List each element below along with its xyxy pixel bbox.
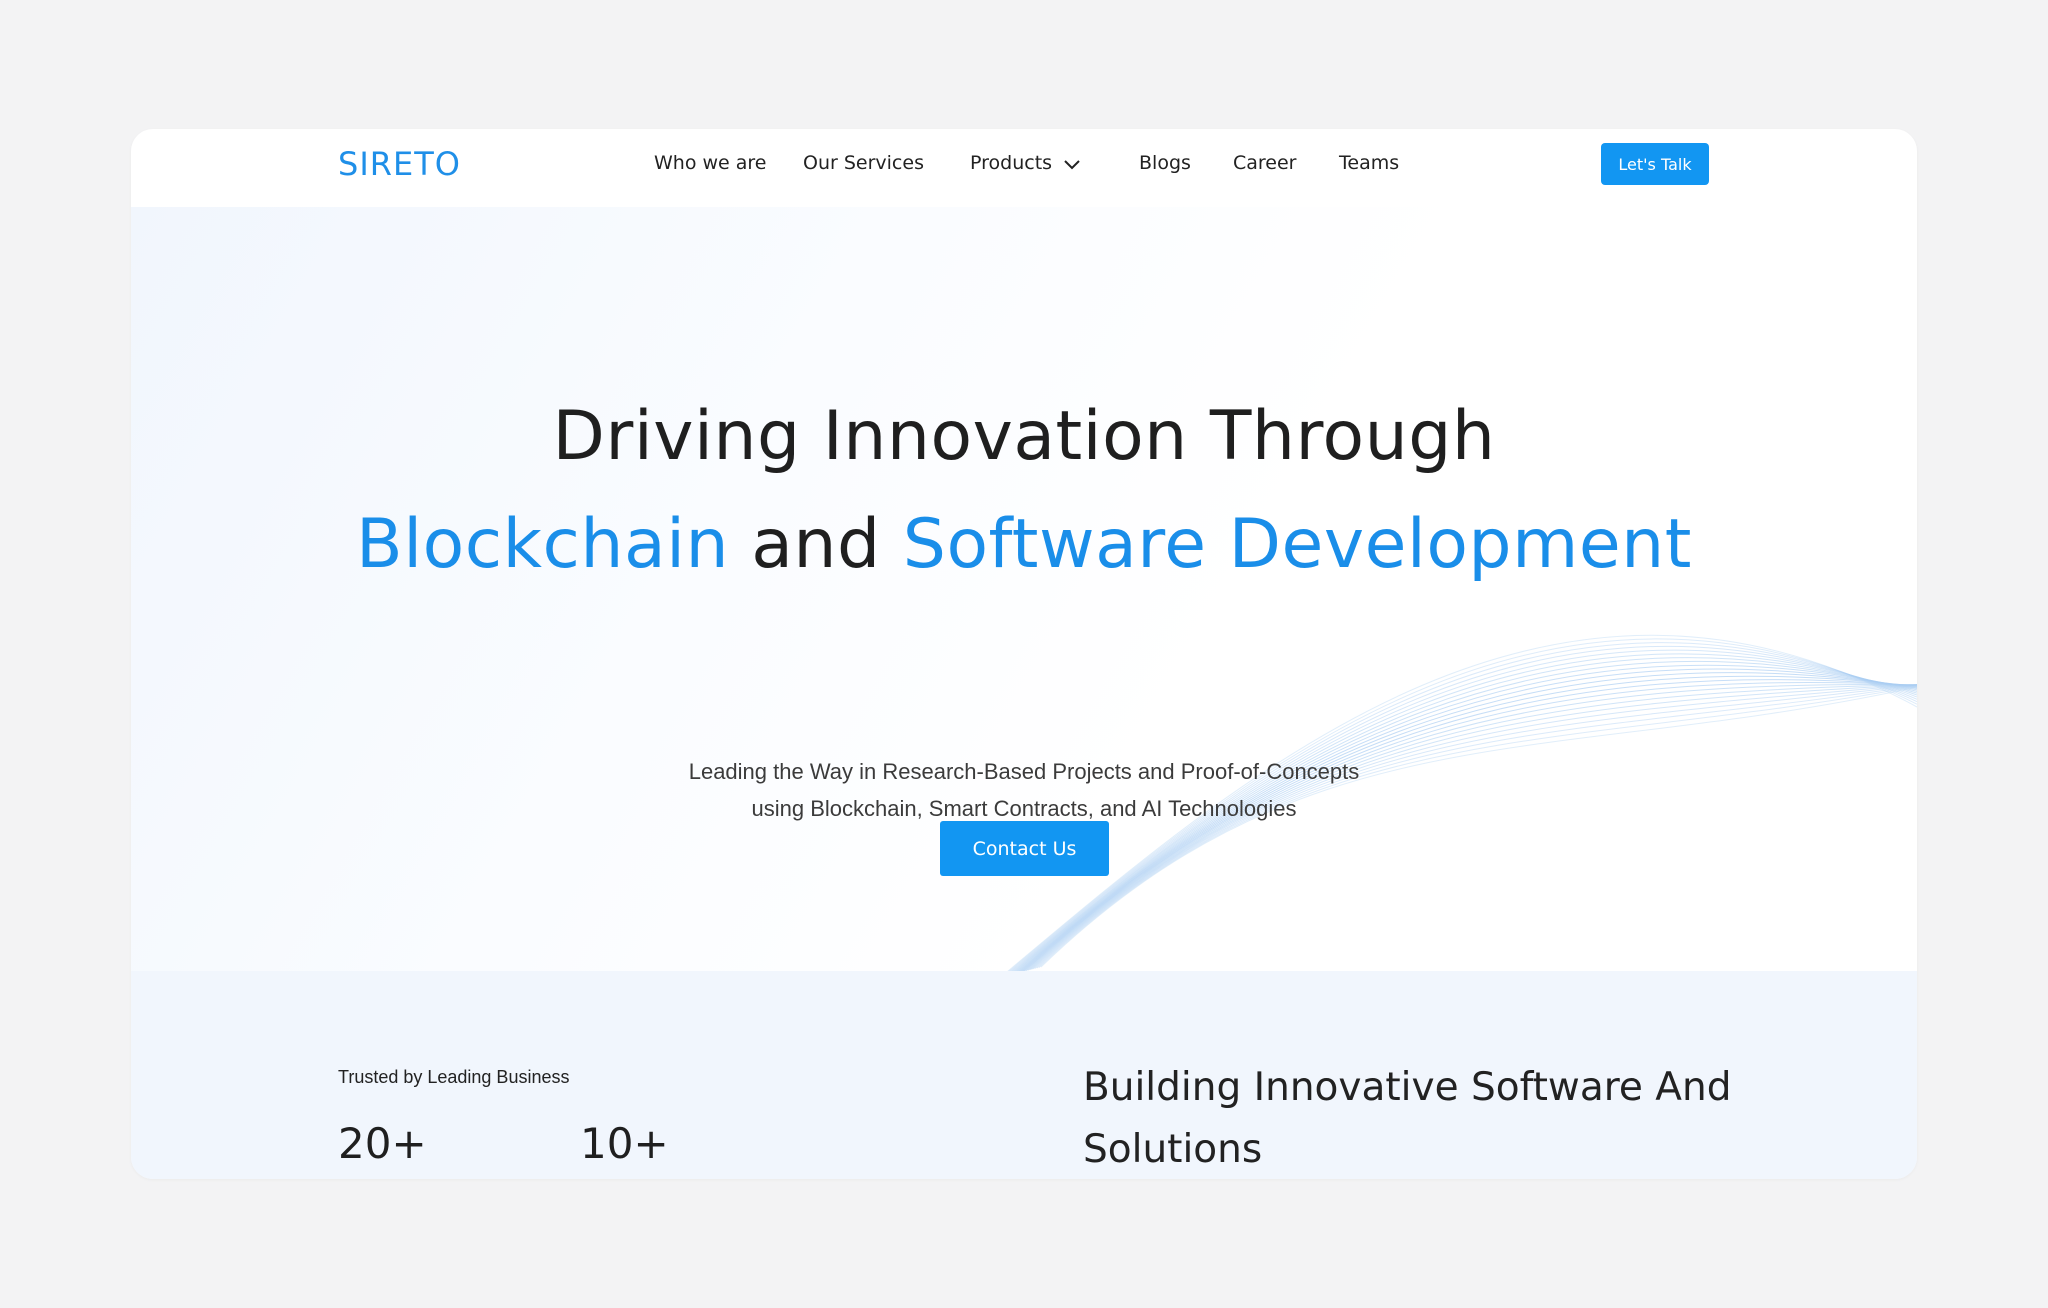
nav-item-career[interactable]: Career [1233,152,1297,174]
hero-section: Driving Innovation Through Blockchain an… [131,207,1917,971]
hero-title-blockchain: Blockchain [356,505,730,584]
nav-item-blogs[interactable]: Blogs [1139,152,1191,174]
hero-subtitle-line-1: Leading the Way in Research-Based Projec… [688,759,1360,784]
hero-title-and: and [729,505,903,584]
hero-title-line-2: Blockchain and Software Development [131,505,1917,584]
wave-line [1031,684,1917,970]
trusted-label: Trusted by Leading Business [338,1067,570,1087]
hero-subtitle-line-2: using Blockchain, Smart Contracts, and A… [751,796,1297,821]
hero-title-line-1: Driving Innovation Through [552,397,1496,476]
wave-line [1029,684,1917,971]
stats-section: Trusted by Leading Business 20+ 10+ Buil… [131,971,1917,1179]
wave-line [1040,686,1917,968]
hero-title-software-development: Software Development [902,505,1692,584]
nav-item-products[interactable]: Products [970,152,1080,175]
stat-value: 10+ [580,1119,669,1168]
wave-line [1025,682,1917,971]
wave-line [1027,684,1917,971]
chevron-down-icon [1064,153,1080,175]
wave-line [1023,679,1917,971]
wave-line [1033,684,1917,970]
stat-value: 20+ [338,1119,427,1168]
contact-us-button[interactable]: Contact Us [940,821,1109,876]
nav-item-who-we-are[interactable]: Who we are [654,152,767,174]
section-heading: Building Innovative Software And Solutio… [1083,1065,1732,1172]
nav-item-teams[interactable]: Teams [1339,152,1399,174]
wave-line [1038,685,1917,968]
nav-item-products-label: Products [970,152,1053,174]
nav-item-our-services[interactable]: Our Services [803,152,924,174]
page-card: SIRETO Who we are Our Services Products … [131,129,1917,1179]
brand-logo[interactable]: SIRETO [338,145,461,183]
lets-talk-button[interactable]: Let's Talk [1601,143,1709,185]
